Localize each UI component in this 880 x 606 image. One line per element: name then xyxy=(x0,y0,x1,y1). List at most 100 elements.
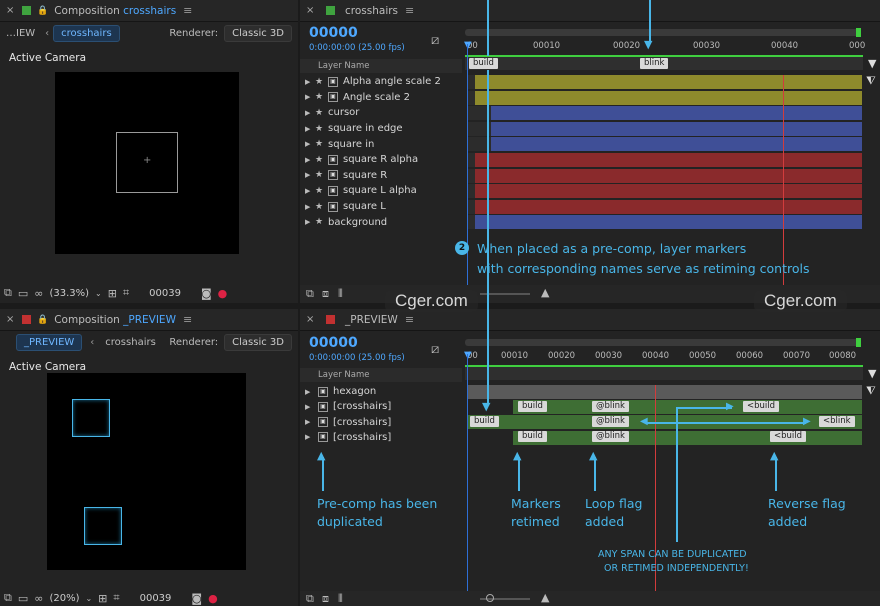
timeline-tab-name[interactable]: crosshairs xyxy=(345,5,398,17)
comp-marker-blink[interactable]: blink xyxy=(640,58,669,69)
shy-star-icon[interactable]: ★ xyxy=(315,217,328,227)
layer-duration-bar[interactable] xyxy=(475,184,862,199)
transfer-icon[interactable]: ⧈ xyxy=(322,287,329,301)
shy-star-icon[interactable]: ★ xyxy=(315,155,328,165)
layer-row[interactable]: ▶ ★ ▣ square L alpha xyxy=(300,183,463,199)
layer-duration-bar[interactable] xyxy=(475,153,862,167)
view-chip-crosshairs[interactable]: crosshairs xyxy=(53,25,120,42)
layer-marker-loop-blink[interactable]: @blink xyxy=(592,401,629,412)
renderer-select[interactable]: Classic 3D xyxy=(224,334,292,351)
expand-triangle-icon[interactable]: ▶ xyxy=(305,418,315,426)
layer-duration-bar[interactable] xyxy=(513,430,862,445)
time-ruler[interactable]: 00 00010 00020 00030 00040 000 xyxy=(465,38,865,54)
time-ruler[interactable]: 00 00010 00020 00030 00040 00050 00060 0… xyxy=(465,348,865,364)
snapshot-toggle-icon[interactable]: ⧉ xyxy=(4,591,12,605)
shy-star-icon[interactable]: ★ xyxy=(315,170,328,180)
chevron-down-icon[interactable]: ⌄ xyxy=(85,594,92,603)
expand-triangle-icon[interactable]: ▶ xyxy=(305,187,315,195)
frame-readout[interactable]: 00039 xyxy=(140,593,172,604)
layer-row[interactable]: ▶ ★ square in edge xyxy=(300,121,463,137)
shy-star-icon[interactable]: ★ xyxy=(315,124,328,134)
layer-row[interactable]: ▶ ★ cursor xyxy=(300,105,463,121)
layer-duration-bar[interactable] xyxy=(475,168,862,183)
graph-icon[interactable]: ⦀ xyxy=(338,287,343,301)
mask-icon[interactable]: ∞ xyxy=(34,592,43,605)
layer-row[interactable]: ▶ ★ ▣ Angle scale 2 xyxy=(300,90,463,106)
comp-flowchart-icon[interactable]: ⧄ xyxy=(431,33,439,48)
layer-marker-build[interactable]: build xyxy=(518,431,547,442)
mountain-large-icon[interactable]: ▲ xyxy=(541,591,549,604)
expand-triangle-icon[interactable]: ▶ xyxy=(305,203,315,211)
grid-icon[interactable]: ⊞ xyxy=(108,287,117,300)
layer-duration-bar[interactable] xyxy=(475,215,862,230)
time-navigator-end-handle[interactable] xyxy=(856,28,861,37)
expand-triangle-icon[interactable]: ▶ xyxy=(305,403,315,411)
graph-icon[interactable]: ⦀ xyxy=(338,592,343,606)
layer-row[interactable]: ▶ ★ ▣ Alpha angle scale 2 xyxy=(300,74,463,90)
layer-row[interactable]: ▶ ★ square in xyxy=(300,136,463,152)
timecode-display[interactable]: 00000 xyxy=(309,335,358,351)
panel-menu-icon[interactable]: ≡ xyxy=(183,313,192,326)
zoom-select[interactable]: (20%) xyxy=(49,593,79,604)
close-icon[interactable]: × xyxy=(6,314,16,325)
lock-icon[interactable]: 🔒 xyxy=(37,6,48,16)
frame-readout[interactable]: 00039 xyxy=(149,288,181,299)
comp-end-icon[interactable]: ▼ xyxy=(868,57,876,70)
layer-marker-loop-blink[interactable]: @blink xyxy=(592,416,629,427)
panel-menu-icon[interactable]: ≡ xyxy=(183,4,192,17)
timecode-display[interactable]: 00000 xyxy=(309,25,358,41)
zoom-select[interactable]: (33.3%) xyxy=(49,288,89,299)
layer-row[interactable]: ▶ ▣ hexagon xyxy=(300,384,463,400)
expand-triangle-icon[interactable]: ▶ xyxy=(305,125,315,133)
color-wheel-icon[interactable]: ● xyxy=(218,287,228,300)
color-wheel-icon[interactable]: ● xyxy=(208,592,218,605)
expand-triangle-icon[interactable]: ▶ xyxy=(305,171,315,179)
comp-marker-build[interactable]: build xyxy=(469,58,498,69)
layer-row[interactable]: ▶ ▣ [crosshairs] xyxy=(300,414,463,430)
layer-duration-bar[interactable] xyxy=(475,75,862,89)
layer-marker-reverse-build[interactable]: <build xyxy=(743,401,780,412)
layer-duration-bar[interactable] xyxy=(491,121,862,136)
view-chip-crosshairs[interactable]: crosshairs xyxy=(98,335,163,350)
mask-icon[interactable]: ∞ xyxy=(34,287,43,300)
expand-triangle-icon[interactable]: ▶ xyxy=(305,109,315,117)
time-navigator[interactable] xyxy=(465,29,860,36)
layer-duration-bar[interactable] xyxy=(475,90,862,105)
chevron-left-icon[interactable]: ‹ xyxy=(90,337,94,348)
camera-icon[interactable]: ◙ xyxy=(191,592,202,605)
layer-duration-bar[interactable] xyxy=(475,199,862,214)
layer-row[interactable]: ▶ ▣ [crosshairs] xyxy=(300,430,463,446)
layer-duration-bar[interactable] xyxy=(491,137,862,152)
layer-row[interactable]: ▶ ★ ▣ square R alpha xyxy=(300,152,463,168)
layer-row[interactable]: ▶ ★ background xyxy=(300,214,463,230)
camera-icon[interactable]: ◙ xyxy=(201,287,212,300)
transfer-icon[interactable]: ⧈ xyxy=(322,592,329,606)
expand-triangle-icon[interactable]: ▶ xyxy=(305,433,315,441)
expand-triangle-icon[interactable]: ▶ xyxy=(305,78,315,86)
shy-star-icon[interactable]: ★ xyxy=(315,139,328,149)
view-chip-preview[interactable]: _PREVIEW xyxy=(16,334,83,351)
region-icon[interactable]: ⌗ xyxy=(113,591,119,605)
keyframe-nav-icon[interactable]: ⧨ xyxy=(866,384,876,398)
expand-triangle-icon[interactable]: ▶ xyxy=(305,93,315,101)
layer-duration-bar[interactable] xyxy=(467,385,862,399)
close-icon[interactable]: × xyxy=(306,5,316,16)
comp-viewport[interactable]: + xyxy=(55,72,239,254)
expand-triangle-icon[interactable]: ▶ xyxy=(305,218,315,226)
comp-viewport[interactable] xyxy=(47,373,246,570)
time-navigator[interactable] xyxy=(465,339,860,346)
layer-switch-icon[interactable]: ⧉ xyxy=(306,287,314,301)
shy-star-icon[interactable]: ★ xyxy=(315,186,328,196)
mountain-large-icon[interactable]: ▲ xyxy=(541,286,549,299)
shy-star-icon[interactable]: ★ xyxy=(315,108,328,118)
chevron-left-icon[interactable]: ‹ xyxy=(45,28,49,39)
expand-triangle-icon[interactable]: ▶ xyxy=(305,156,315,164)
comp-flowchart-icon[interactable]: ⧄ xyxy=(431,342,439,357)
region-icon[interactable]: ⌗ xyxy=(123,286,129,300)
renderer-select[interactable]: Classic 3D xyxy=(224,25,292,42)
layer-duration-bar[interactable] xyxy=(491,106,862,121)
comp-end-icon[interactable]: ▼ xyxy=(868,367,876,380)
expand-triangle-icon[interactable]: ▶ xyxy=(305,140,315,148)
timeline-tab-name[interactable]: _PREVIEW xyxy=(345,314,398,326)
expand-triangle-icon[interactable]: ▶ xyxy=(305,388,315,396)
